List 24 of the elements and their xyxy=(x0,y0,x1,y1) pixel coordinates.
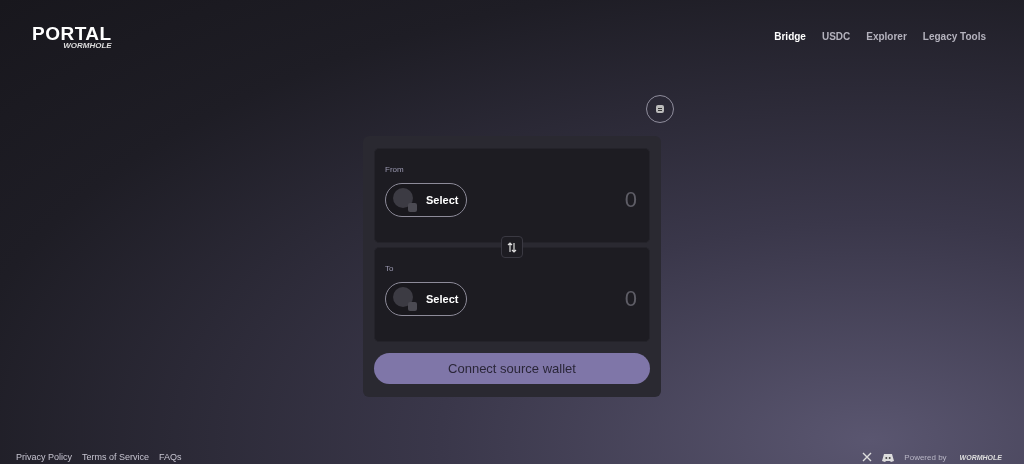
nav-link[interactable]: Legacy Tools xyxy=(922,30,986,42)
settings-icon xyxy=(655,104,665,114)
footer-link[interactable]: Privacy Policy xyxy=(16,452,72,462)
nav-link[interactable]: Bridge xyxy=(774,30,806,42)
swap-arrows-icon xyxy=(507,241,517,253)
token-select-button[interactable]: Select xyxy=(385,282,467,316)
panel-label: From xyxy=(385,165,404,174)
connect-wallet-button[interactable]: Connect source wallet xyxy=(374,353,650,384)
footer-link[interactable]: Terms of Service xyxy=(82,452,150,462)
token-placeholder-icon xyxy=(392,286,418,312)
token-select-button[interactable]: Select xyxy=(385,183,467,217)
nav-link[interactable]: USDC xyxy=(821,30,851,42)
amount-value: 0 xyxy=(624,286,637,312)
token-placeholder-icon xyxy=(392,187,418,213)
powered-by-text: Powered by xyxy=(904,452,947,462)
nav-link[interactable]: Explorer xyxy=(866,30,907,42)
x-icon[interactable] xyxy=(862,452,873,462)
amount-value: 0 xyxy=(624,187,637,213)
swap-button[interactable] xyxy=(501,236,523,258)
panel-label: To xyxy=(385,264,394,273)
footer-link[interactable]: FAQs xyxy=(159,452,182,462)
logo-title: PORTAL xyxy=(32,24,112,43)
logo-subtitle: WORMHOLE xyxy=(63,42,112,50)
chat-bubble-icon[interactable] xyxy=(882,452,895,462)
